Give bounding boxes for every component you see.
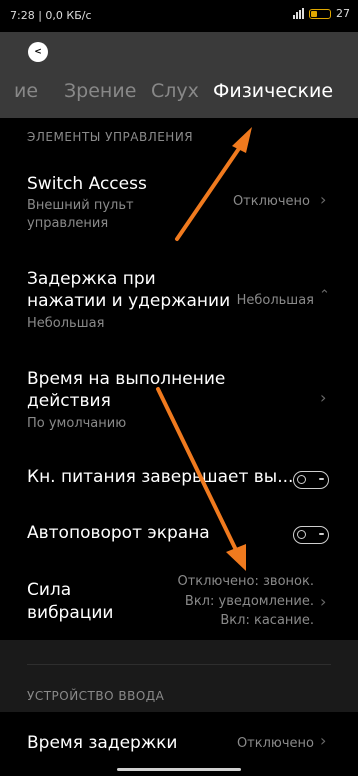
- arrow-down-icon: [156, 387, 246, 571]
- arrow-up-icon: [175, 127, 252, 241]
- annotation-arrows: [156, 127, 252, 571]
